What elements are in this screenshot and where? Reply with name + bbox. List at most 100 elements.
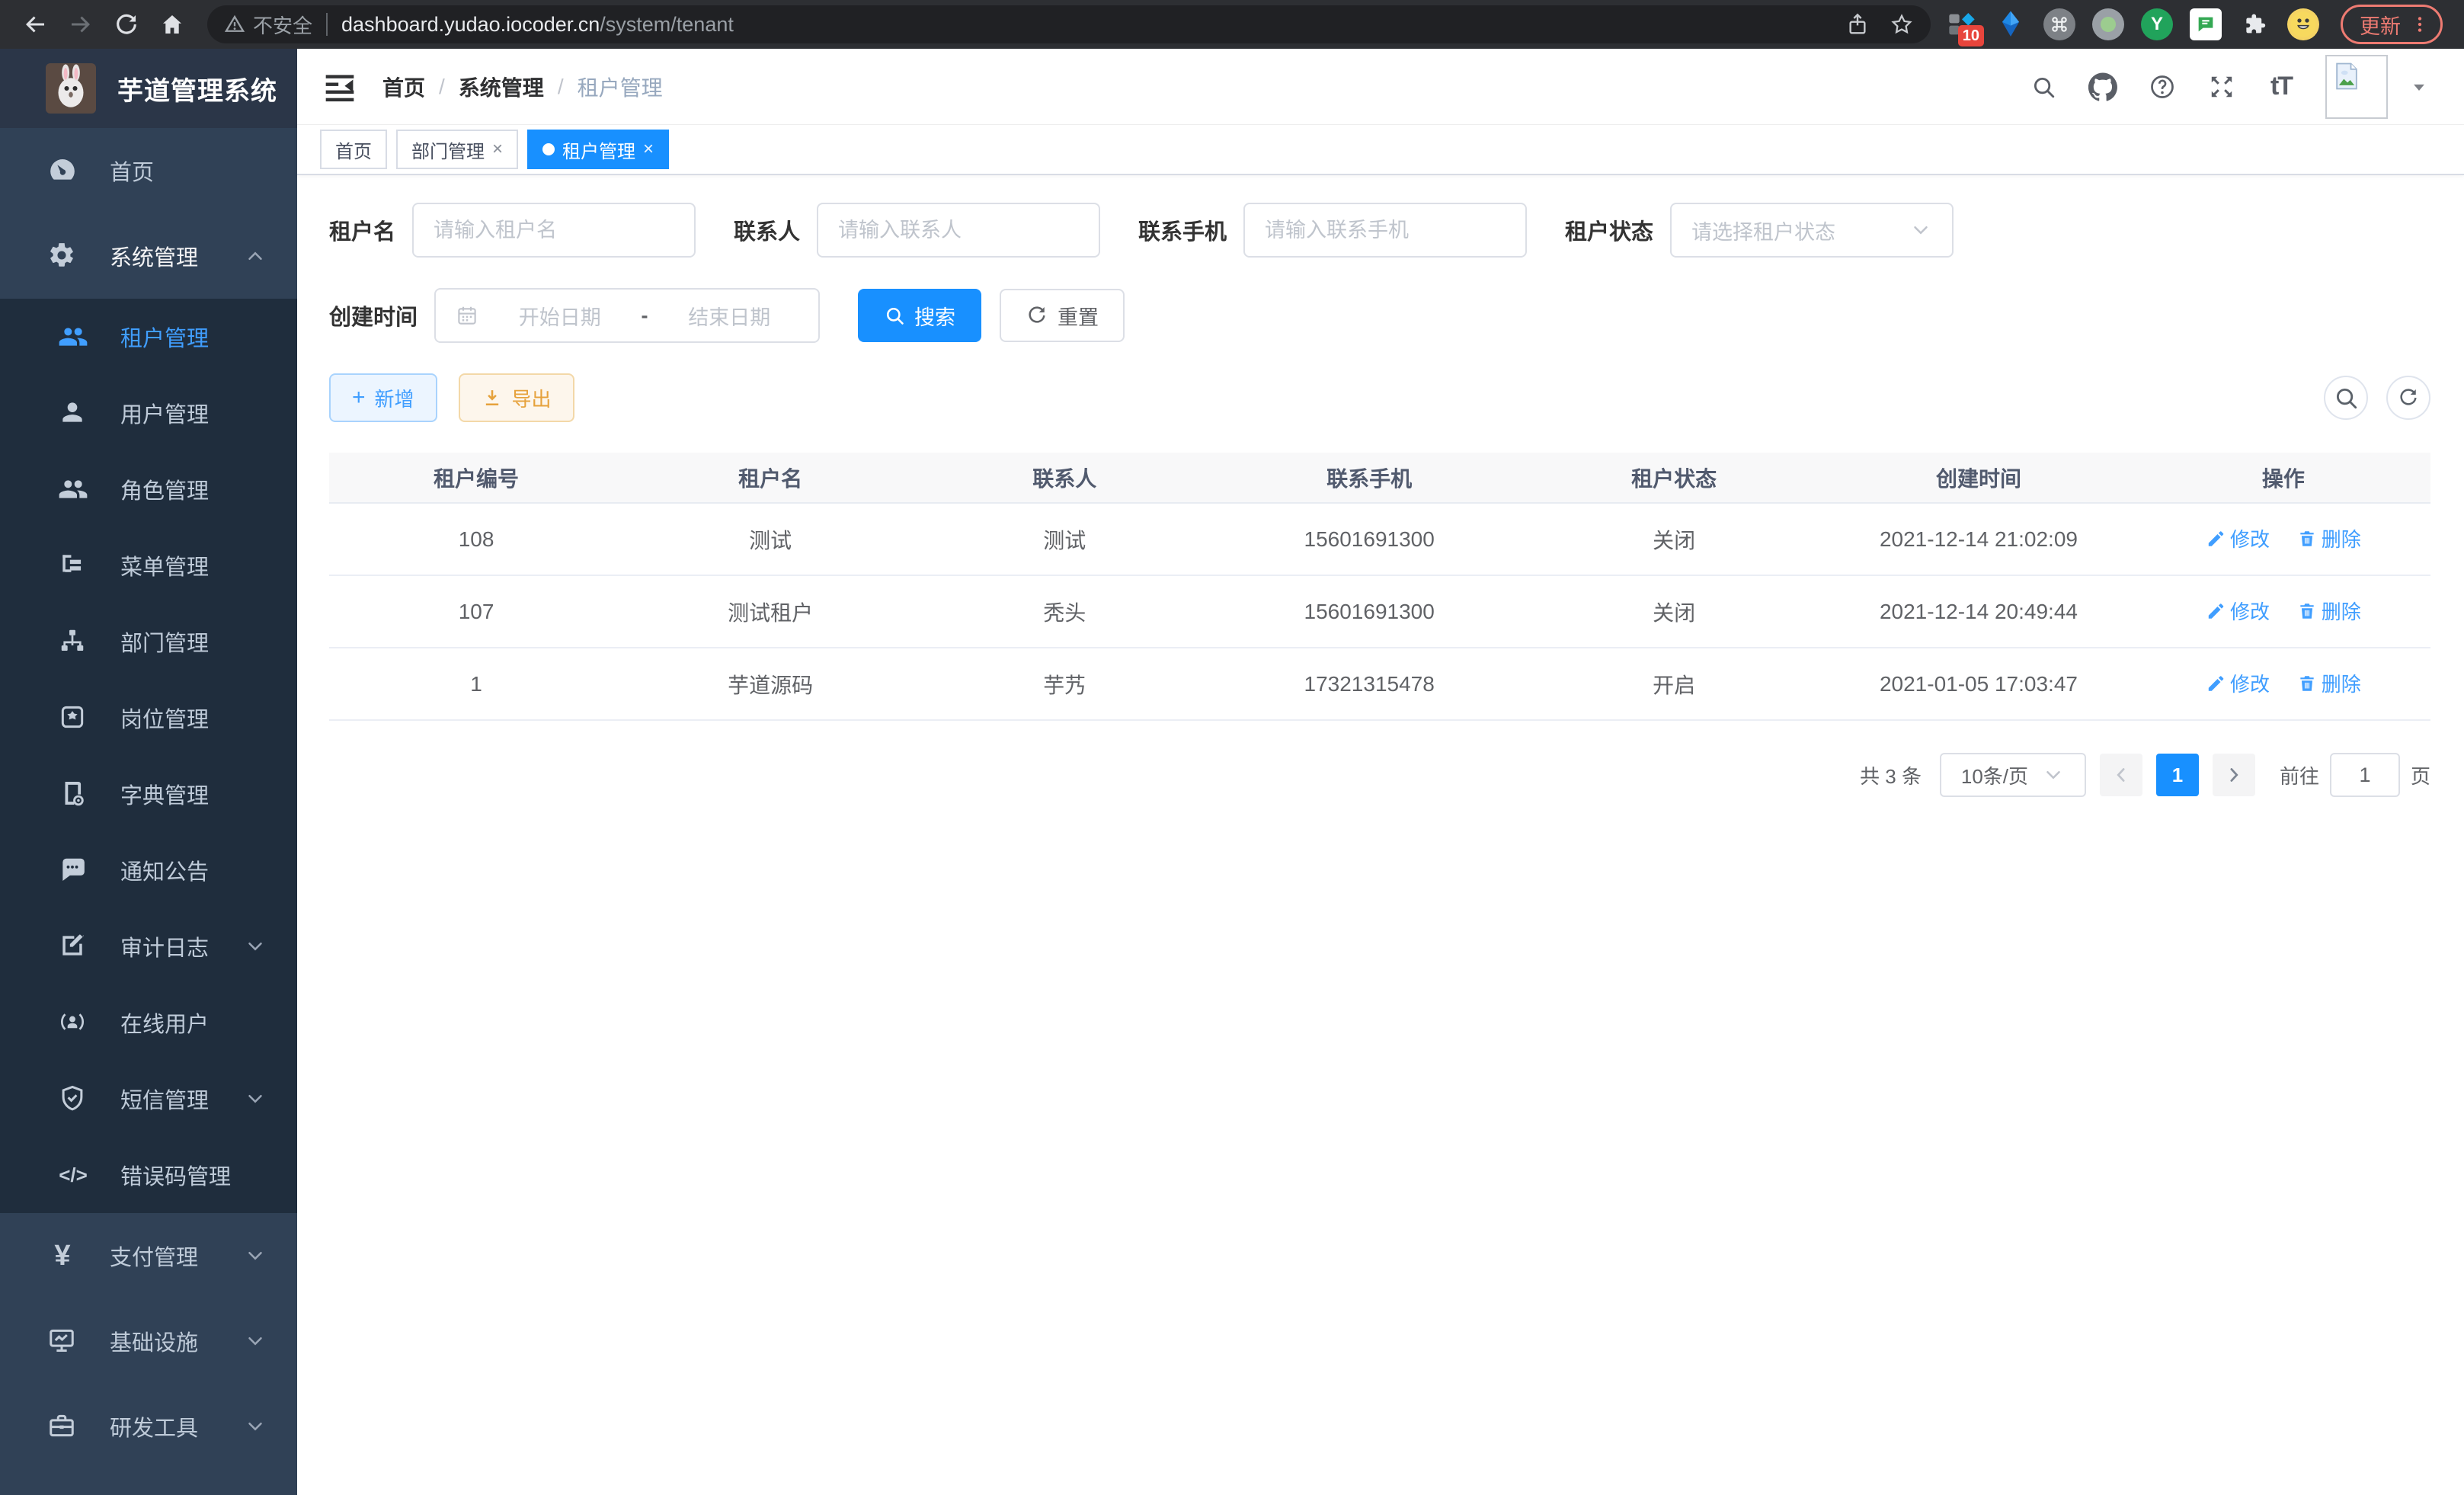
goto-page-input[interactable] (2330, 753, 2400, 797)
delete-link[interactable]: 删除 (2297, 669, 2361, 697)
date-end-placeholder: 结束日期 (661, 301, 799, 331)
chevron-down-icon (244, 1330, 267, 1353)
browser-back-icon[interactable] (15, 5, 55, 44)
sidebar-item-audit-log[interactable]: 审计日志 (0, 908, 297, 984)
sms-shield-icon (58, 1084, 88, 1114)
next-page-button[interactable] (2213, 754, 2255, 796)
sidebar-item-dept[interactable]: 部门管理 (0, 603, 297, 680)
github-icon[interactable] (2088, 72, 2118, 102)
sidebar-item-payment[interactable]: ¥ 支付管理 (0, 1213, 297, 1298)
tag-close-icon[interactable]: × (643, 139, 654, 160)
sidebar-item-error-code[interactable]: </> 错误码管理 (0, 1137, 297, 1213)
edit-link[interactable]: 修改 (2206, 524, 2270, 552)
avatar-caret-down-icon[interactable] (2408, 75, 2430, 98)
tag-dept[interactable]: 部门管理 × (396, 130, 518, 169)
tags-view: 首页 部门管理 × 租户管理 × (297, 125, 2464, 175)
cell-contact: 测试 (917, 503, 1211, 575)
sidebar-item-notice[interactable]: 通知公告 (0, 832, 297, 908)
address-bar[interactable]: 不安全 dashboard.yudao.iocoder.cn/system/te… (207, 5, 1931, 43)
tag-close-icon[interactable]: × (492, 139, 503, 160)
browser-forward-icon[interactable] (61, 5, 101, 44)
status-select[interactable]: 请选择租户状态 (1670, 203, 1954, 258)
page-size-select[interactable]: 10条/页 (1940, 753, 2086, 797)
delete-link[interactable]: 删除 (2297, 597, 2361, 625)
export-button-label: 导出 (512, 384, 552, 412)
font-size-icon[interactable]: tT (2266, 72, 2296, 102)
export-button[interactable]: 导出 (459, 373, 574, 422)
kite-extension-icon[interactable] (1995, 8, 2027, 40)
extensions-puzzle-icon[interactable] (2238, 8, 2270, 40)
date-range-picker[interactable]: 开始日期 - 结束日期 (434, 288, 820, 343)
share-icon[interactable] (1845, 12, 1870, 37)
tenant-table: 租户编号 租户名 联系人 联系手机 租户状态 创建时间 操作 108 测试 测试 (329, 453, 2430, 721)
recorder-extension-icon[interactable] (2092, 8, 2124, 40)
sidebar-item-post[interactable]: 岗位管理 (0, 680, 297, 756)
command-extension-icon[interactable] (2043, 8, 2075, 40)
table-row: 108 测试 测试 15601691300 关闭 2021-12-14 21:0… (329, 503, 2430, 575)
mobile-field[interactable] (1265, 219, 1506, 242)
tag-label: 首页 (335, 136, 372, 163)
app-logo-bar[interactable]: 芋道管理系统 (0, 49, 297, 128)
status-placeholder: 请选择租户状态 (1691, 216, 1835, 245)
edit-link[interactable]: 修改 (2206, 597, 2270, 625)
toggle-search-button[interactable] (2324, 376, 2368, 420)
cell-status: 关闭 (1527, 503, 1821, 575)
download-icon (482, 387, 503, 408)
search-button[interactable]: 搜索 (858, 289, 981, 342)
sidebar-item-devtools[interactable]: 研发工具 (0, 1384, 297, 1469)
tag-label: 部门管理 (411, 136, 485, 163)
tenant-name-field[interactable] (434, 219, 674, 242)
sidebar-item-online-user[interactable]: 在线用户 (0, 984, 297, 1061)
sidebar-item-role[interactable]: 角色管理 (0, 451, 297, 527)
bookmark-star-icon[interactable] (1890, 12, 1914, 37)
goto-page-field[interactable] (2331, 764, 2398, 787)
delete-link[interactable]: 删除 (2297, 524, 2361, 552)
cell-tenant-id: 108 (329, 503, 623, 575)
browser-toolbar: 不安全 dashboard.yudao.iocoder.cn/system/te… (0, 0, 2464, 49)
page-number-1[interactable]: 1 (2156, 754, 2199, 796)
sidebar-item-menu[interactable]: 菜单管理 (0, 527, 297, 603)
sidebar: 芋道管理系统 首页 系统管理 租户管理 用户管理 角色管理 (0, 49, 297, 1495)
date-separator: - (642, 304, 648, 328)
user-avatar[interactable] (2325, 55, 2388, 119)
edit-link[interactable]: 修改 (2206, 669, 2270, 697)
fullscreen-icon[interactable] (2206, 72, 2237, 102)
tag-tenant[interactable]: 租户管理 × (527, 130, 669, 169)
kebab-menu-icon[interactable] (2410, 14, 2430, 34)
refresh-icon (1026, 304, 1048, 327)
sidebar-item-dict[interactable]: 字典管理 (0, 756, 297, 832)
mobile-label: 联系手机 (1138, 214, 1227, 246)
breadcrumb: 首页 / 系统管理 / 租户管理 (382, 72, 663, 102)
sidebar-item-sms[interactable]: 短信管理 (0, 1061, 297, 1137)
breadcrumb-system[interactable]: 系统管理 (459, 72, 544, 102)
page-suffix-label: 页 (2411, 761, 2430, 789)
breadcrumb-home[interactable]: 首页 (382, 72, 425, 102)
reset-button[interactable]: 重置 (1000, 289, 1125, 342)
sidebar-fold-icon[interactable] (323, 70, 357, 104)
tag-home[interactable]: 首页 (320, 130, 387, 169)
contact-field[interactable] (838, 219, 1079, 242)
sidebar-item-system[interactable]: 系统管理 (0, 213, 297, 299)
sidebar-item-infrastructure[interactable]: 基础设施 (0, 1298, 297, 1384)
chat-extension-icon[interactable] (2190, 8, 2222, 40)
contact-input[interactable] (817, 203, 1100, 258)
infrastructure-icon (47, 1326, 78, 1356)
announcement-icon (58, 855, 88, 885)
tenant-name-input[interactable] (412, 203, 696, 258)
reset-button-label: 重置 (1058, 301, 1099, 331)
header-search-icon[interactable] (2028, 72, 2059, 102)
browser-reload-icon[interactable] (107, 5, 146, 44)
sidebar-item-user[interactable]: 用户管理 (0, 375, 297, 451)
browser-home-icon[interactable] (152, 5, 192, 44)
y-extension-icon[interactable]: Y (2141, 8, 2173, 40)
mobile-input[interactable] (1243, 203, 1527, 258)
prev-page-button[interactable] (2100, 754, 2142, 796)
profile-avatar-icon[interactable] (2287, 8, 2319, 40)
add-button[interactable]: + 新增 (329, 373, 437, 422)
browser-update-button[interactable]: 更新 (2341, 5, 2443, 44)
tab-manager-extension-icon[interactable]: 10 (1946, 8, 1978, 40)
sidebar-item-home[interactable]: 首页 (0, 128, 297, 213)
refresh-table-button[interactable] (2386, 376, 2430, 420)
help-icon[interactable] (2147, 72, 2178, 102)
sidebar-item-tenant[interactable]: 租户管理 (0, 299, 297, 375)
